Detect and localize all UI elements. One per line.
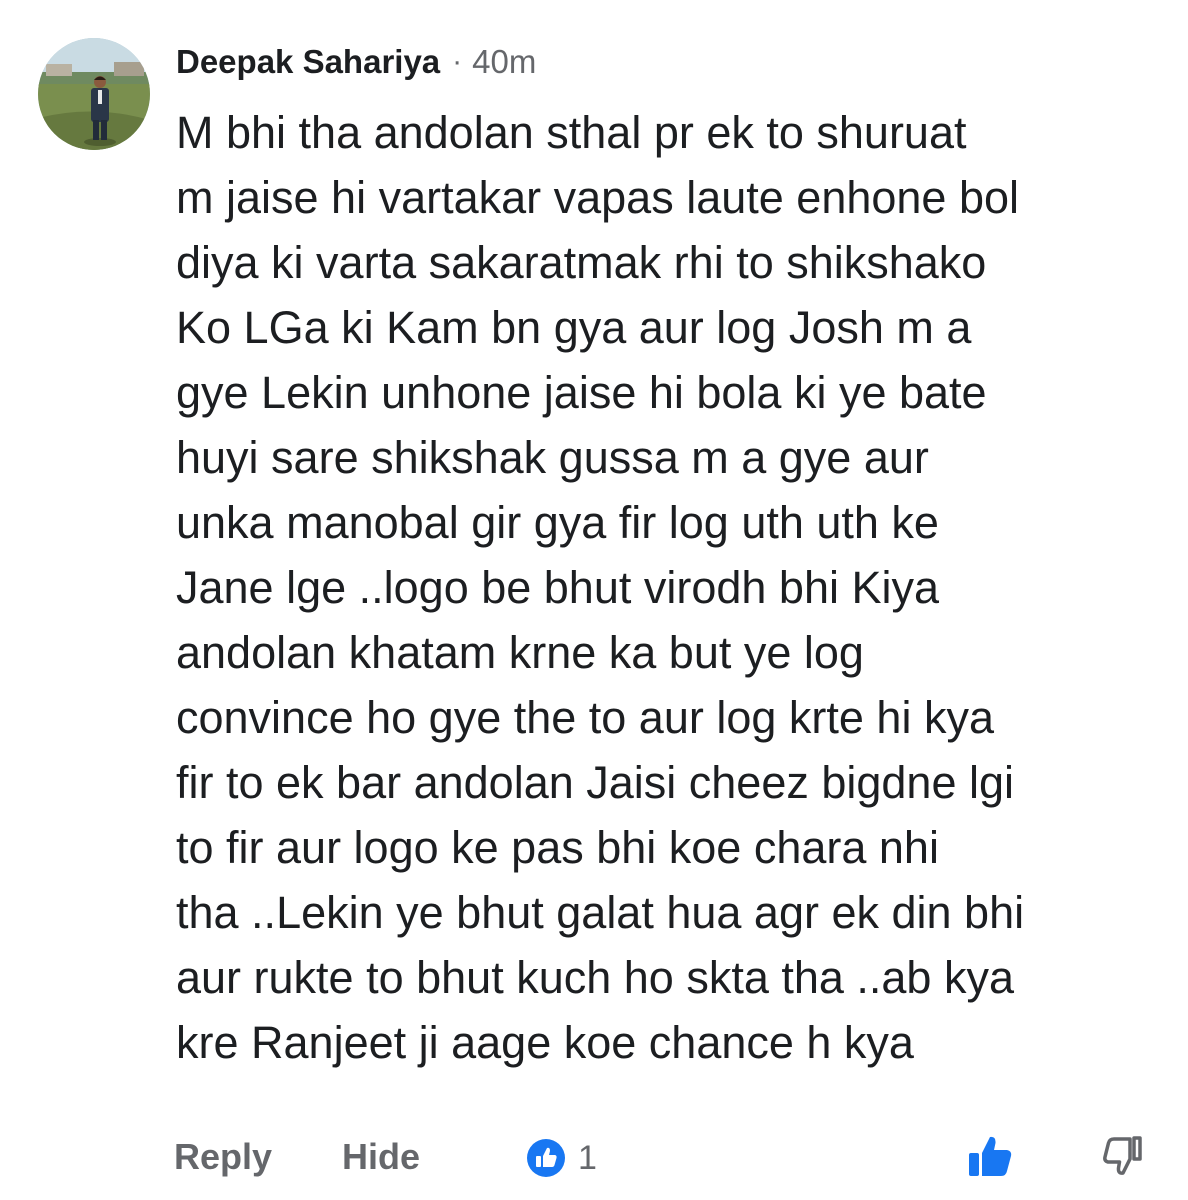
timestamp[interactable]: 40m [472,43,536,81]
reaction-count: 1 [578,1138,597,1177]
hide-button[interactable]: Hide [342,1132,420,1182]
like-button[interactable] [966,1132,1014,1180]
comment-line: kre Ranjeet ji aage koe chance h kya [176,1017,914,1068]
comment-line: M bhi tha andolan sthal pr ek to shuruat [176,107,967,158]
separator-dot: · [452,45,463,78]
comment-line: m jaise hi vartakar vapas laute enhone b… [176,172,1020,223]
comment-line: gye Lekin unhone jaise hi bola ki ye bat… [176,367,987,418]
avatar[interactable] [38,38,150,150]
author-name[interactable]: Deepak Sahariya [176,43,440,81]
comment-line: huyi sare shikshak gussa m a gye aur [176,432,929,483]
comment-line: andolan khatam krne ka but ye log [176,627,864,678]
comment-line: to fir aur logo ke pas bhi koe chara nhi [176,822,939,873]
comment-line: fir to ek bar andolan Jaisi cheez bigdne… [176,757,1015,808]
comment-line: Jane lge ..logo be bhut virodh bhi Kiya [176,562,940,613]
comment-line: diya ki varta sakaratmak rhi to shikshak… [176,237,987,288]
dislike-button[interactable] [1098,1132,1146,1180]
comment-line: aur rukte to bhut kuch ho skta tha ..ab … [176,952,1014,1003]
reply-button[interactable]: Reply [174,1132,272,1182]
comment-line: convince ho gye the to aur log krte hi k… [176,692,994,743]
comment-line: Ko LGa ki Kam bn gya aur log Josh m a [176,302,972,353]
comment-text: M bhi tha andolan sthal pr ek to shuruat… [176,100,1166,1075]
comment-header: Deepak Sahariya · 40m [176,38,536,86]
comment-actions: Reply Hide 1 [174,1132,1154,1182]
avatar-photo [38,38,150,150]
comment-line: unka manobal gir gya fir log uth uth ke [176,497,939,548]
comment-line: tha ..Lekin ye bhut galat hua agr ek din… [176,887,1025,938]
thumbs-down-icon [1103,1136,1142,1175]
thumbs-up-icon [969,1136,1012,1176]
like-reaction-icon [527,1139,565,1177]
reaction-summary[interactable]: 1 [526,1136,597,1180]
